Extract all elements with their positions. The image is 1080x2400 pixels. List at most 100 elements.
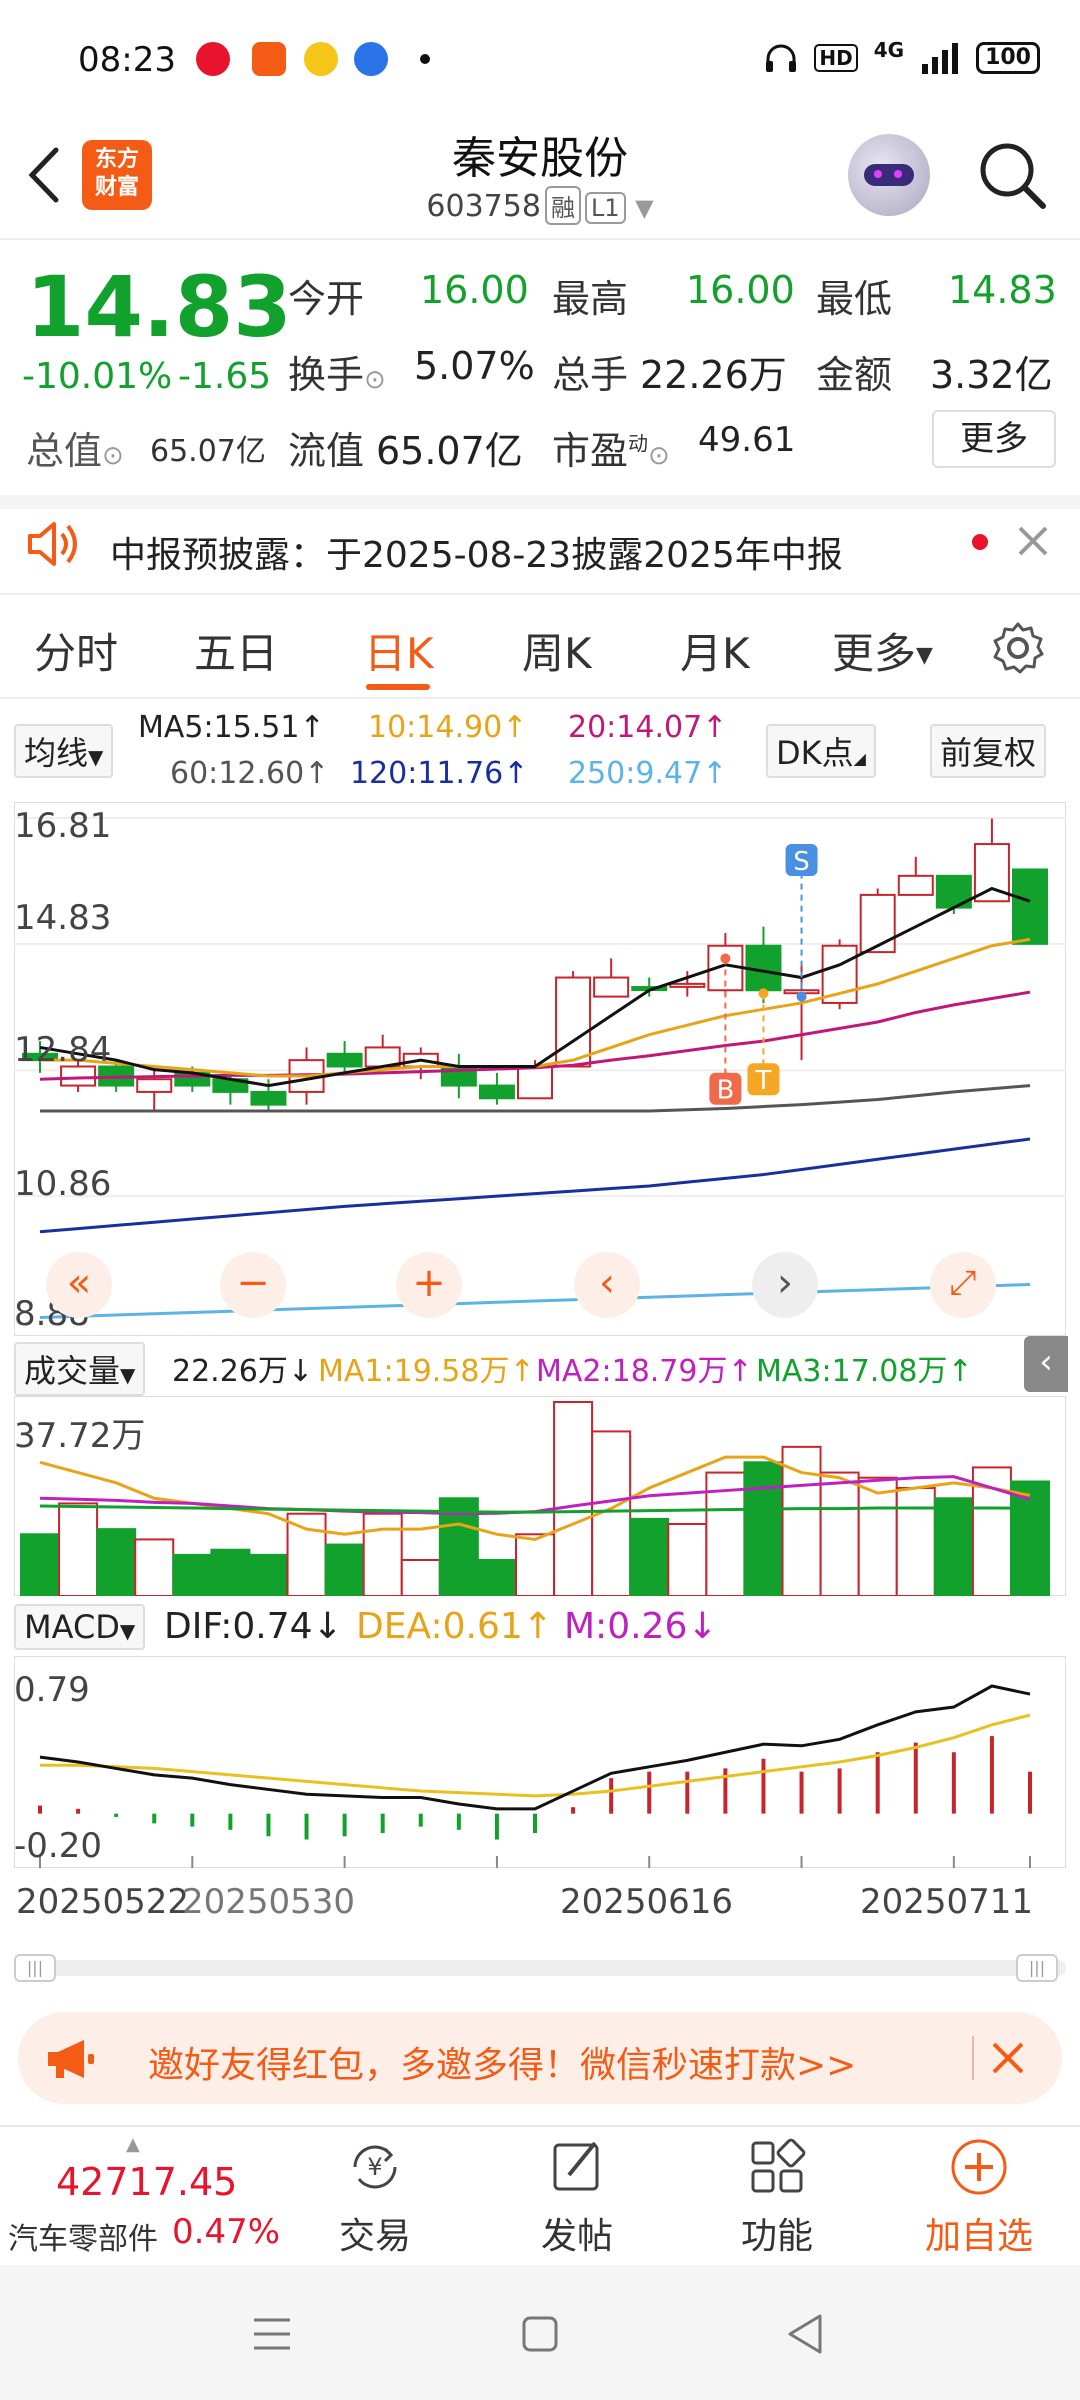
vol-ma3: MA3:17.08万↑: [756, 1354, 973, 1389]
volume-bar: [553, 1401, 594, 1596]
caret-down-icon: ▼: [119, 1619, 136, 1643]
expand-caret-icon[interactable]: ▲: [126, 2134, 140, 2155]
fullscreen-icon[interactable]: ⤢: [930, 1252, 996, 1318]
stock-code: 603758: [426, 189, 541, 224]
more-button[interactable]: 更多: [932, 410, 1056, 468]
x-date-label: 20250530: [182, 1882, 356, 1922]
scroll-handle-left[interactable]: |||: [14, 1954, 56, 1982]
volume-axis-top: 37.72万: [14, 1416, 146, 1456]
volume-bar: [895, 1486, 936, 1596]
indicator-selector[interactable]: 均线▼: [14, 724, 114, 778]
ma120-value: 120:11.76↑: [350, 756, 529, 791]
next-icon[interactable]: ›: [752, 1252, 818, 1318]
dropdown-arrow-icon[interactable]: ▼: [635, 194, 653, 222]
high-value: 16.00: [686, 268, 795, 312]
vol-ma1: MA1:19.58万↑: [318, 1354, 535, 1389]
nav-trade-label: 交易: [338, 2216, 411, 2257]
news-app-icon: [252, 42, 286, 76]
nav-add-watchlist-label: 加自选: [924, 2216, 1033, 2257]
tab-monthly-k[interactable]: 月K: [680, 620, 750, 681]
signal-b-label: B: [716, 1076, 734, 1106]
settings-gear-icon[interactable]: [990, 620, 1046, 676]
volume-bar: [515, 1533, 555, 1596]
status-time: 08:23: [78, 40, 176, 80]
prev-icon[interactable]: ‹: [574, 1252, 640, 1318]
tab-weekly-k[interactable]: 周K: [522, 620, 592, 681]
status-bar: 08:23 HD 4G 100: [0, 0, 1080, 120]
info-icon[interactable]: ⊙: [102, 441, 124, 471]
search-icon[interactable]: [975, 138, 1051, 214]
nav-functions-label: 功能: [740, 2216, 813, 2257]
status-indicators: HD 4G 100: [764, 38, 1040, 74]
adjust-mode-button[interactable]: 前复权: [930, 724, 1047, 778]
tab-daily-k[interactable]: 日K: [364, 620, 434, 681]
dif-value: DIF:0.74↓: [164, 1606, 343, 1647]
current-price: 14.83: [26, 258, 292, 356]
volume-bar: [857, 1476, 898, 1596]
candle-body: [859, 893, 896, 954]
volume-selector[interactable]: 成交量▼: [14, 1342, 146, 1396]
tab-five-day[interactable]: 五日: [194, 620, 278, 681]
volume-chart[interactable]: [14, 1396, 1066, 1596]
notice-text: 中报预披露：于2025-08-23披露2025年中报: [110, 535, 843, 576]
caret-down-icon: ▼: [916, 643, 933, 668]
macd-axis-top: 0.79: [14, 1670, 90, 1710]
sector-name[interactable]: 汽车零部件: [8, 2214, 158, 2258]
m-value: M:0.26↓: [564, 1606, 718, 1647]
total-cap-value: 65.07亿: [150, 434, 266, 469]
level-tag: L1: [584, 192, 626, 224]
nav-post[interactable]: 发帖: [502, 2135, 652, 2259]
active-tab-indicator: [366, 684, 430, 690]
add-circle-icon: [951, 2139, 1007, 2195]
close-icon[interactable]: [1016, 524, 1050, 558]
headphones-icon: [766, 44, 797, 72]
range-scrollbar[interactable]: [14, 1960, 1066, 1976]
assistant-robot-icon[interactable]: [848, 134, 930, 216]
info-icon[interactable]: ⊙: [364, 365, 386, 395]
macd-chart[interactable]: [14, 1656, 1066, 1868]
home-icon[interactable]: [520, 2314, 560, 2354]
collapse-panel-icon[interactable]: ‹: [1024, 1336, 1068, 1392]
ma250-line: [39, 1283, 1031, 1320]
network-type: 4G: [873, 38, 905, 62]
divider: [972, 2036, 974, 2080]
zoom-in-icon[interactable]: +: [396, 1252, 462, 1318]
speaker-icon: [28, 522, 77, 566]
amount-label: 金额: [816, 353, 893, 397]
tab-intraday[interactable]: 分时: [34, 620, 118, 681]
scroll-handle-right[interactable]: |||: [1016, 1954, 1058, 1982]
change-amount: -1.65: [178, 356, 272, 397]
trade-icon: ¥: [353, 2145, 397, 2189]
candle-body: [250, 1090, 287, 1106]
high-label: 最高: [552, 277, 629, 321]
ma250-value: 250:9.47↑: [568, 756, 728, 791]
nav-trade[interactable]: ¥ 交易: [300, 2135, 450, 2259]
signal-icon: [922, 43, 959, 74]
zoom-out-icon[interactable]: −: [220, 1252, 286, 1318]
macd-selector[interactable]: MACD▼: [14, 1604, 146, 1650]
x-date-label: 20250522: [16, 1882, 190, 1922]
weibo-icon: [304, 42, 338, 76]
x-date-label: 20250711: [860, 1882, 1034, 1922]
dk-point-button[interactable]: DK点◢: [766, 724, 876, 778]
sector-index-value[interactable]: 42717.45: [56, 2160, 237, 2204]
vol-ma2: MA2:18.79万↑: [536, 1354, 753, 1389]
pe-value: 49.61: [698, 420, 796, 460]
menu-icon[interactable]: [250, 2314, 294, 2354]
macd-axis-bottom: -0.20: [14, 1826, 102, 1866]
tab-more[interactable]: 更多▼: [832, 620, 933, 681]
rewind-icon[interactable]: «: [46, 1252, 112, 1318]
signal-t-label: T: [755, 1066, 772, 1096]
sector-change: 0.47%: [172, 2212, 281, 2252]
candle-body: [593, 976, 630, 998]
ma60-value: 60:12.60↑: [170, 756, 330, 791]
close-icon[interactable]: [990, 2040, 1026, 2076]
volume-value: 22.26万: [640, 353, 787, 397]
y-axis-label: 12.84: [14, 1030, 112, 1070]
back-icon[interactable]: [784, 2312, 826, 2356]
kline-chart[interactable]: S B T: [14, 802, 1066, 1336]
info-icon[interactable]: ⊙: [648, 441, 670, 471]
nav-functions[interactable]: 功能: [702, 2135, 852, 2259]
candle-body: [555, 976, 592, 1068]
nav-add-watchlist[interactable]: 加自选: [904, 2135, 1054, 2259]
